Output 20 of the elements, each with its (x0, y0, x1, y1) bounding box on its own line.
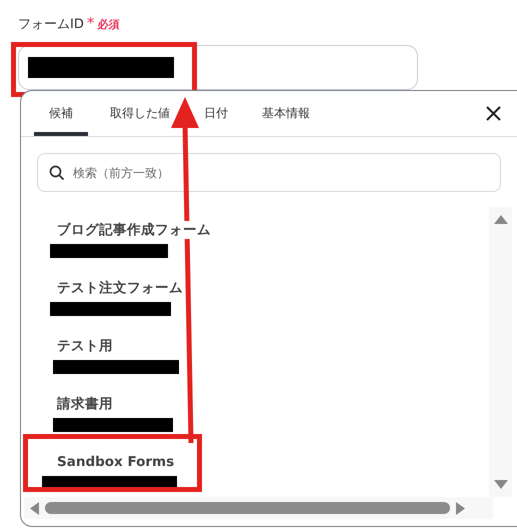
tab[interactable]: 基本情報 (250, 91, 322, 136)
required-mark: * (86, 14, 94, 32)
option-item[interactable]: ブログ記事作成フォーム (57, 221, 211, 239)
search-field[interactable]: 検索（前方一致） (37, 153, 501, 192)
scroll-down-icon[interactable] (494, 480, 508, 490)
option-item[interactable]: テスト用 (57, 337, 113, 355)
scroll-left-icon[interactable] (30, 502, 39, 514)
option-item[interactable]: テスト注文フォーム (57, 279, 183, 297)
scrollbar-thumb[interactable] (45, 502, 450, 514)
option-item[interactable]: 請求書用 (57, 395, 113, 413)
required-label: 必須 (97, 17, 120, 32)
field-label: フォームID (18, 16, 84, 33)
tab[interactable]: 候補 (34, 91, 88, 136)
tab[interactable]: 日付 (192, 91, 240, 136)
search-icon (49, 165, 65, 181)
scroll-up-icon[interactable] (494, 214, 508, 224)
close-icon[interactable] (485, 105, 502, 122)
form-id-field[interactable] (18, 45, 418, 90)
tab[interactable]: 取得した値 (98, 91, 182, 136)
scroll-right-icon[interactable] (456, 502, 465, 514)
